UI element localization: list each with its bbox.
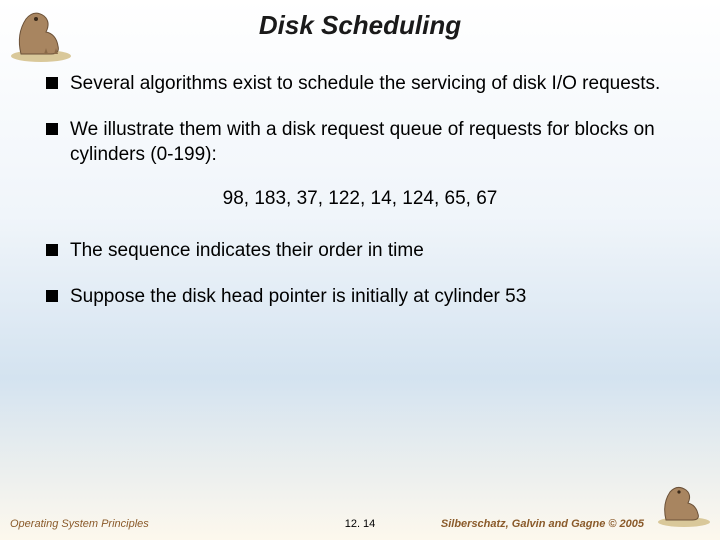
bullet-item: We illustrate them with a disk request q…	[46, 117, 674, 168]
bullet-marker-icon	[46, 244, 58, 256]
bullet-marker-icon	[46, 290, 58, 302]
book-logo-top	[6, 4, 76, 64]
footer-page-number: 12. 14	[345, 518, 376, 530]
bullet-text: Suppose the disk head pointer is initial…	[70, 284, 526, 310]
slide-content: Several algorithms exist to schedule the…	[0, 71, 720, 309]
bullet-item: The sequence indicates their order in ti…	[46, 238, 674, 264]
bullet-text: Several algorithms exist to schedule the…	[70, 71, 660, 97]
slide-footer: Operating System Principles 12. 14 Silbe…	[0, 518, 720, 530]
bullet-marker-icon	[46, 77, 58, 89]
bullet-text: We illustrate them with a disk request q…	[70, 117, 674, 168]
footer-book-title: Operating System Principles	[10, 518, 149, 530]
request-queue-values: 98, 183, 37, 122, 14, 124, 65, 67	[46, 188, 674, 210]
bullet-item: Several algorithms exist to schedule the…	[46, 71, 674, 97]
slide-title: Disk Scheduling	[0, 0, 720, 71]
bullet-text: The sequence indicates their order in ti…	[70, 238, 424, 264]
bullet-marker-icon	[46, 123, 58, 135]
footer-copyright: Silberschatz, Galvin and Gagne © 2005	[441, 518, 644, 530]
bullet-item: Suppose the disk head pointer is initial…	[46, 284, 674, 310]
